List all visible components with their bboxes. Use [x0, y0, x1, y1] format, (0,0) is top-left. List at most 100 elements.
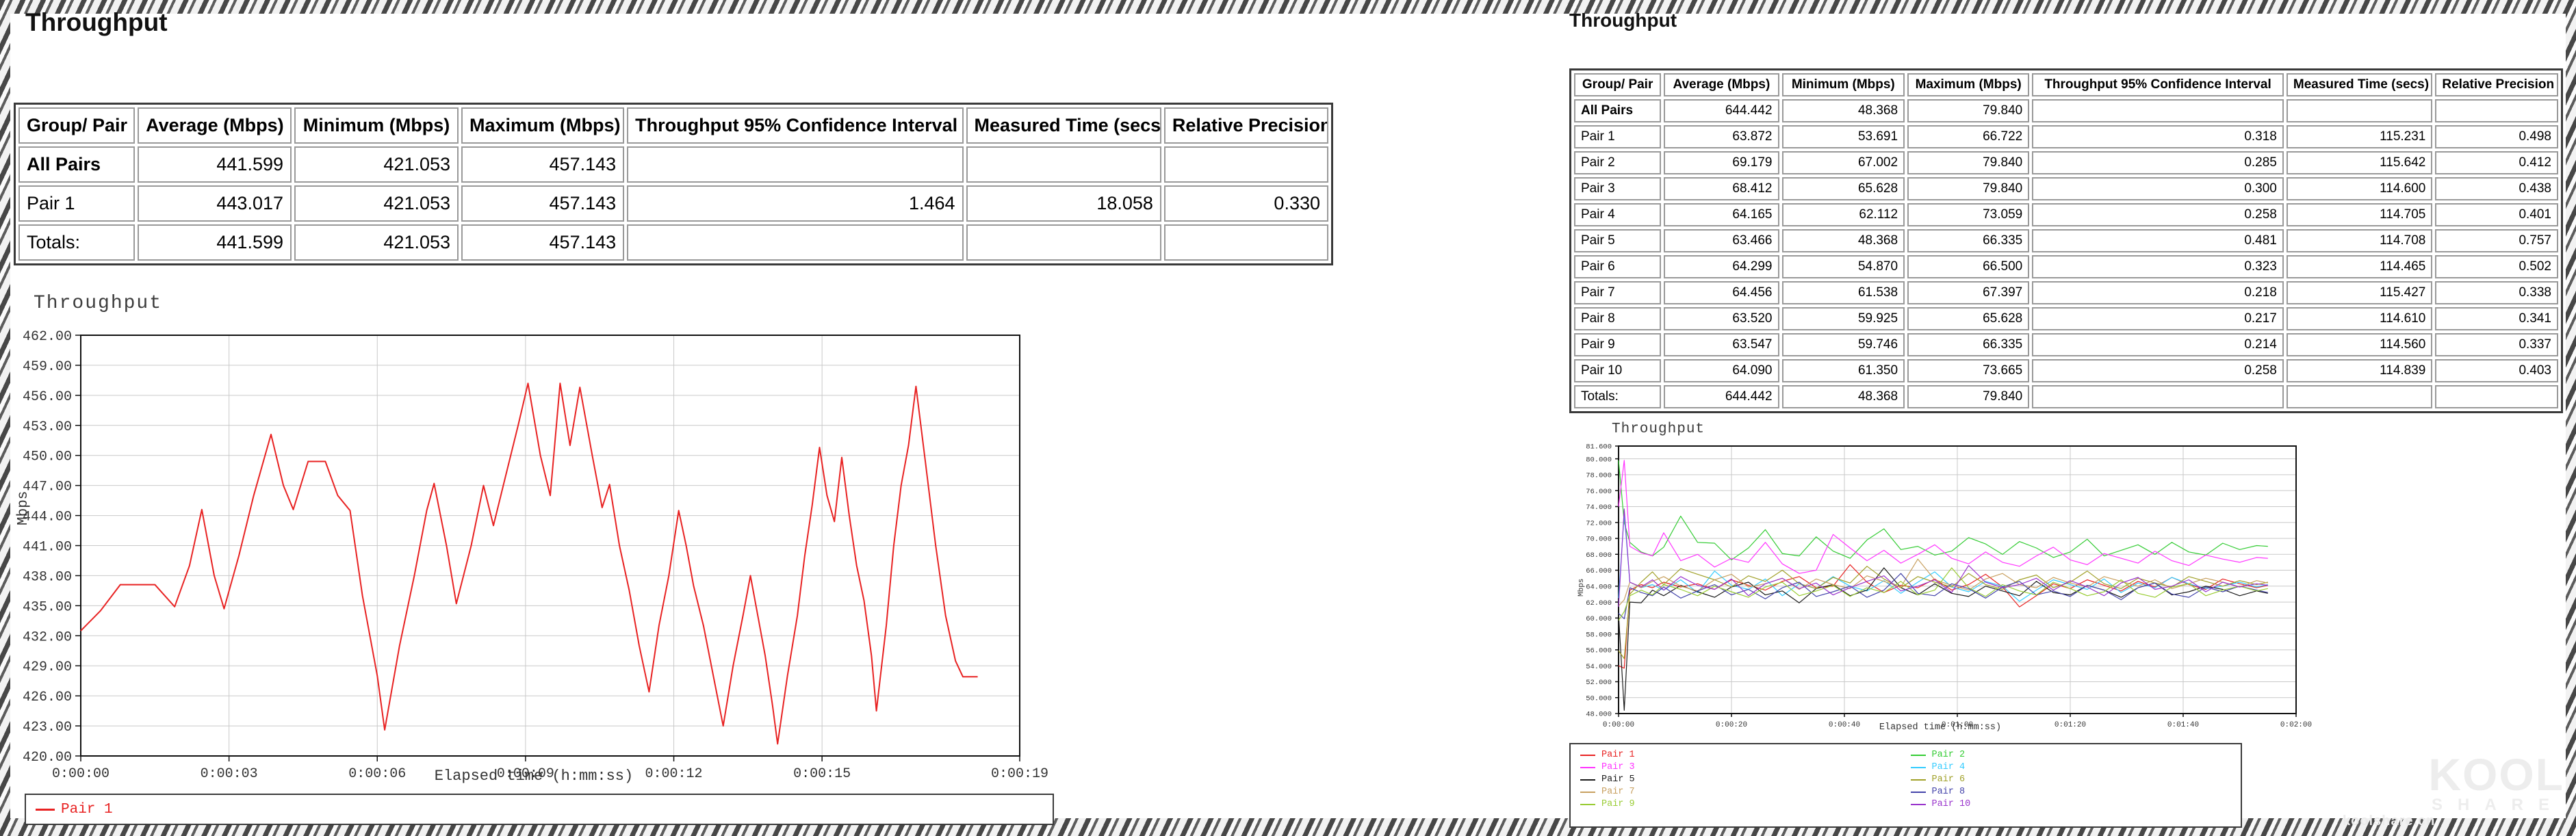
- legend-label: Pair 3: [1601, 762, 1635, 772]
- table-cell: 63.466: [1664, 229, 1779, 252]
- table-cell: 79.840: [1907, 177, 2029, 200]
- series-line-pair-1: [81, 383, 978, 744]
- table-header-row: Group/ PairAverage (Mbps)Minimum (Mbps)M…: [1574, 73, 2558, 96]
- legend-item-pair-9: Pair 9: [1580, 799, 1911, 809]
- table-cell: 61.350: [1782, 359, 1905, 382]
- series-line-pair-10: [1619, 509, 2268, 607]
- table-cell: 115.427: [2287, 281, 2433, 304]
- table-cell: 62.112: [1782, 203, 1905, 226]
- table-row: Pair 269.17967.00279.8400.285115.6420.41…: [1574, 151, 2558, 174]
- watermark-url: koolshare.cn: [2343, 813, 2435, 829]
- table-row: Pair 464.16562.11273.0590.258114.7050.40…: [1574, 203, 2558, 226]
- table-cell: [1164, 146, 1328, 183]
- row-label-cell: Pair 7: [1574, 281, 1661, 304]
- table-row: Pair 863.52059.92565.6280.217114.6100.34…: [1574, 307, 2558, 330]
- y-axis-label-right: Mbps: [1577, 579, 1586, 597]
- throughput-chart-left: 462.00459.00456.00453.00450.00447.00444.…: [14, 308, 1054, 787]
- y-tick-label: 56.000: [1586, 647, 1612, 655]
- page-title-right: Throughput: [1569, 10, 1677, 31]
- legend-line-swatch: [1911, 767, 1926, 768]
- row-label-cell: Pair 6: [1574, 255, 1661, 278]
- y-tick-label: 62.000: [1586, 599, 1612, 608]
- table-cell: [2287, 99, 2433, 122]
- table-cell: 0.341: [2435, 307, 2558, 330]
- legend-item-pair-2: Pair 2: [1911, 750, 2241, 760]
- table-cell: 79.840: [1907, 99, 2029, 122]
- legend-label: Pair 6: [1932, 774, 1966, 785]
- y-tick-label: 450.00: [23, 449, 72, 465]
- legend-item-pair-3: Pair 3: [1580, 762, 1911, 772]
- y-tick-label: 453.00: [23, 419, 72, 435]
- y-tick-label: 426.00: [23, 690, 72, 705]
- row-label-cell: Pair 4: [1574, 203, 1661, 226]
- y-tick-label: 70.000: [1586, 536, 1612, 544]
- table-cell: 441.599: [138, 146, 292, 183]
- column-header: Maximum (Mbps): [1907, 73, 2029, 96]
- table-cell: 61.538: [1782, 281, 1905, 304]
- table-header-row: Group/ PairAverage (Mbps)Minimum (Mbps)M…: [18, 107, 1328, 144]
- column-header: Average (Mbps): [138, 107, 292, 144]
- table-cell: 0.214: [2032, 333, 2284, 356]
- column-header: Relative Precision: [1164, 107, 1328, 144]
- legend-label: Pair 9: [1601, 799, 1635, 809]
- y-tick-label: 72.000: [1586, 519, 1612, 527]
- y-tick-label: 420.00: [23, 750, 72, 766]
- y-tick-label: 60.000: [1586, 615, 1612, 623]
- table-cell: 79.840: [1907, 385, 2029, 408]
- page-title-left: Throughput: [25, 8, 168, 37]
- row-label-cell: Pair 9: [1574, 333, 1661, 356]
- table-cell: [627, 224, 963, 261]
- row-label-cell: Pair 8: [1574, 307, 1661, 330]
- row-label-cell: Pair 2: [1574, 151, 1661, 174]
- results-table: Group/ PairAverage (Mbps)Minimum (Mbps)M…: [1569, 68, 2563, 413]
- table-cell: 114.708: [2287, 229, 2433, 252]
- y-tick-label: 441.00: [23, 540, 72, 556]
- legend-label: Pair 4: [1932, 762, 1966, 772]
- column-header: Maximum (Mbps): [461, 107, 624, 144]
- table-cell: 0.337: [2435, 333, 2558, 356]
- table-cell: 457.143: [461, 224, 624, 261]
- table-row: Totals:441.599421.053457.143: [18, 224, 1328, 261]
- table-row: Pair 1443.017421.053457.1431.46418.0580.…: [18, 185, 1328, 222]
- table-cell: 443.017: [138, 185, 292, 222]
- table-cell: [1164, 224, 1328, 261]
- column-header: Minimum (Mbps): [294, 107, 459, 144]
- y-tick-label: 429.00: [23, 659, 72, 675]
- table-cell: 48.368: [1782, 99, 1905, 122]
- y-tick-label: 48.000: [1586, 711, 1612, 719]
- column-header: Group/ Pair: [18, 107, 135, 144]
- table-row: Pair 163.87253.69166.7220.318115.2310.49…: [1574, 125, 2558, 148]
- y-tick-label: 68.000: [1586, 551, 1612, 560]
- table-cell: 48.368: [1782, 385, 1905, 408]
- report-page: Throughput Group/ PairAverage (Mbps)Mini…: [10, 14, 2566, 818]
- koolshare-watermark: KOOL SHARE koolshare.cn: [2351, 753, 2564, 833]
- table-cell: 0.412: [2435, 151, 2558, 174]
- throughput-chart-right: 81.60080.00078.00076.00074.00072.00070.0…: [1567, 419, 2313, 740]
- y-tick-label: 76.000: [1586, 488, 1612, 496]
- table-cell: 0.757: [2435, 229, 2558, 252]
- legend-label: Pair 7: [1601, 787, 1635, 797]
- table-cell: 48.368: [1782, 229, 1905, 252]
- row-label-cell: Pair 3: [1574, 177, 1661, 200]
- y-tick-label: 58.000: [1586, 631, 1612, 639]
- decorative-zebra-border: Throughput Group/ PairAverage (Mbps)Mini…: [0, 0, 2576, 836]
- y-tick-label: 78.000: [1586, 472, 1612, 480]
- table-cell: 0.285: [2032, 151, 2284, 174]
- table-row: Pair 1064.09061.35073.6650.258114.8390.4…: [1574, 359, 2558, 382]
- legend-line-swatch: [1580, 767, 1595, 768]
- y-tick-label: 432.00: [23, 629, 72, 645]
- legend-line-swatch: [1911, 755, 1926, 756]
- row-label-cell: Pair 10: [1574, 359, 1661, 382]
- column-header: Minimum (Mbps): [1782, 73, 1905, 96]
- table-cell: 67.397: [1907, 281, 2029, 304]
- legend-item-pair-1: Pair 1: [1580, 750, 1911, 760]
- table-cell: 0.330: [1164, 185, 1328, 222]
- legend-item-pair-7: Pair 7: [1580, 787, 1911, 797]
- table-cell: 0.438: [2435, 177, 2558, 200]
- legend-line-swatch: [1580, 755, 1595, 756]
- row-label-cell: Totals:: [1574, 385, 1661, 408]
- legend-label: Pair 1: [61, 802, 113, 818]
- y-tick-label: 50.000: [1586, 694, 1612, 703]
- row-label-cell: Pair 1: [1574, 125, 1661, 148]
- table-cell: 0.323: [2032, 255, 2284, 278]
